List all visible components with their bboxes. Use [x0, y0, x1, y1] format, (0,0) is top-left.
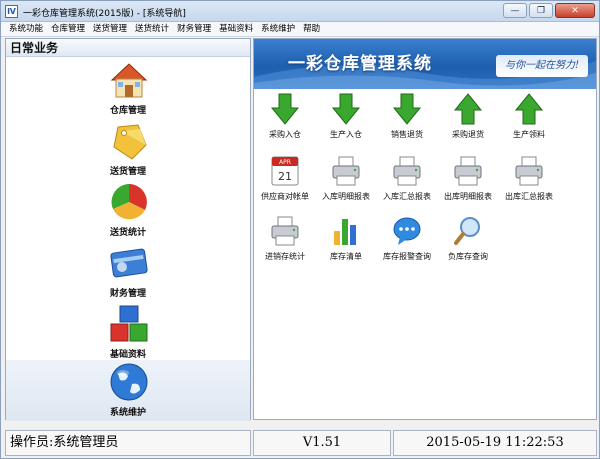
calendar-month: APR: [279, 159, 291, 166]
tile-stock-alert-query[interactable]: 库存报警查询: [376, 215, 438, 277]
printer-icon: [393, 156, 421, 186]
nav-item-basic-data[interactable]: 基础资料: [6, 302, 250, 363]
tile-label: 入库明细报表: [322, 192, 370, 201]
tile-label: 采购退货: [452, 130, 484, 139]
close-button[interactable]: ✕: [555, 3, 595, 18]
house-icon: [110, 63, 148, 98]
tile-label: 进销存统计: [265, 252, 305, 261]
arrow-down-icon: [270, 93, 300, 125]
app-window: Ⅳ 一彩仓库管理系统(2015版) - [系统导航] — ❐ ✕ 系统功能 仓库…: [0, 0, 600, 459]
banner: 一彩仓库管理系统 一彩仓库管理系统 与你一起在努力!: [254, 39, 596, 89]
printer-icon: [515, 156, 543, 186]
status-datetime: 2015-05-19 11:22:53: [393, 430, 597, 456]
tile-label: 销售退货: [391, 130, 423, 139]
tile-label: 生产领料: [513, 130, 545, 139]
menu-help[interactable]: 帮助: [299, 22, 324, 36]
calendar-icon: APR 21: [271, 156, 299, 186]
tile-outbound-summary-report[interactable]: 出库汇总报表: [498, 155, 560, 217]
tile-label: 供应商对帐单: [261, 192, 309, 201]
blocks-icon: [110, 305, 148, 342]
tile-label: 出库明细报表: [444, 192, 492, 201]
tile-label: 生产入仓: [330, 130, 362, 139]
nav-item-label: 系统维护: [109, 408, 146, 418]
tile-production-in[interactable]: 生产入仓: [315, 93, 377, 155]
tile-purchase-return[interactable]: 采购退货: [437, 93, 499, 155]
window-title: 一彩仓库管理系统(2015版) - [系统导航]: [23, 9, 186, 19]
tile-production-material[interactable]: 生产领料: [498, 93, 560, 155]
minimize-button[interactable]: —: [503, 3, 527, 18]
arrow-down-icon: [392, 93, 422, 125]
tile-inbound-detail-report[interactable]: 入库明细报表: [315, 155, 377, 217]
menu-delivery[interactable]: 送货管理: [89, 22, 131, 36]
title-bar[interactable]: Ⅳ 一彩仓库管理系统(2015版) - [系统导航] — ❐ ✕: [1, 1, 599, 22]
window-controls: — ❐ ✕: [501, 3, 595, 18]
nav-item-warehouse[interactable]: 仓库管理: [6, 58, 250, 119]
menu-delivery-stats[interactable]: 送货统计: [131, 22, 173, 36]
tile-negative-stock-query[interactable]: 负库存查询: [437, 215, 499, 277]
arrow-down-icon: [331, 93, 361, 125]
tile-supplier-statement[interactable]: APR 21 供应商对帐单: [254, 155, 316, 217]
nav-item-delivery-stats[interactable]: 送货统计: [6, 180, 250, 241]
status-operator: 操作员:系统管理员: [5, 430, 251, 456]
status-bar: 操作员:系统管理员 V1.51 2015-05-19 11:22:53: [1, 426, 599, 458]
left-nav-panel: 日常业务 仓库管理 送货管理 送货统计 财务管理 基础资料 系统维护: [5, 38, 251, 421]
menu-finance[interactable]: 财务管理: [173, 22, 215, 36]
tile-outbound-detail-report[interactable]: 出库明细报表: [437, 155, 499, 217]
app-icon[interactable]: Ⅳ: [5, 5, 18, 18]
printer-icon: [454, 156, 482, 186]
printer-icon: [271, 216, 299, 246]
magnifier-icon: [454, 217, 480, 245]
menu-system-functions[interactable]: 系统功能: [1, 22, 47, 36]
menu-basic-data[interactable]: 基础资料: [215, 22, 257, 36]
tile-label: 入库汇总报表: [383, 192, 431, 201]
nav-item-label: 基础资料: [109, 350, 146, 360]
tile-label: 库存报警查询: [383, 252, 431, 261]
restore-button[interactable]: ❐: [529, 3, 553, 18]
speech-bubble-icon: [393, 217, 421, 245]
tile-label: 负库存查询: [448, 252, 488, 261]
arrow-up-icon: [453, 93, 483, 125]
nav-item-delivery[interactable]: 送货管理: [6, 119, 250, 180]
menu-maintenance[interactable]: 系统维护: [257, 22, 299, 36]
tile-purchase-in[interactable]: 采购入仓: [254, 93, 316, 155]
menu-warehouse[interactable]: 仓库管理: [47, 22, 89, 36]
globe-icon: [110, 363, 148, 401]
tile-inbound-summary-report[interactable]: 入库汇总报表: [376, 155, 438, 217]
tag-icon: [113, 124, 147, 160]
main-content-panel: 一彩仓库管理系统 一彩仓库管理系统 与你一起在努力! 采购入仓 生产入仓 销售退…: [253, 38, 597, 420]
banner-title-reflection: 一彩仓库管理系统: [288, 57, 432, 67]
nav-item-label: 财务管理: [109, 289, 146, 299]
card-icon: [110, 248, 148, 278]
tile-label: 出库汇总报表: [505, 192, 553, 201]
nav-item-finance[interactable]: 财务管理: [6, 241, 250, 302]
arrow-up-icon: [514, 93, 544, 125]
menu-bar: 系统功能 仓库管理 送货管理 送货统计 财务管理 基础资料 系统维护 帮助: [1, 22, 599, 37]
left-panel-header: 日常业务: [6, 39, 250, 57]
banner-slogan: 与你一起在努力!: [496, 55, 588, 77]
nav-item-label: 送货统计: [109, 228, 146, 238]
tile-label: 采购入仓: [269, 130, 301, 139]
nav-item-label: 送货管理: [109, 167, 146, 177]
tile-sales-return[interactable]: 销售退货: [376, 93, 438, 155]
tile-inventory-stats[interactable]: 进销存统计: [254, 215, 316, 277]
bar-chart-icon: [334, 219, 356, 245]
nav-item-maintenance[interactable]: 系统维护: [6, 360, 250, 421]
nav-item-label: 仓库管理: [109, 106, 146, 116]
tile-label: 库存清单: [330, 252, 362, 261]
status-version: V1.51: [253, 430, 391, 456]
tile-stock-list[interactable]: 库存清单: [315, 215, 377, 277]
printer-icon: [332, 156, 360, 186]
pie-chart-icon: [111, 184, 147, 220]
calendar-day: 21: [278, 170, 292, 183]
